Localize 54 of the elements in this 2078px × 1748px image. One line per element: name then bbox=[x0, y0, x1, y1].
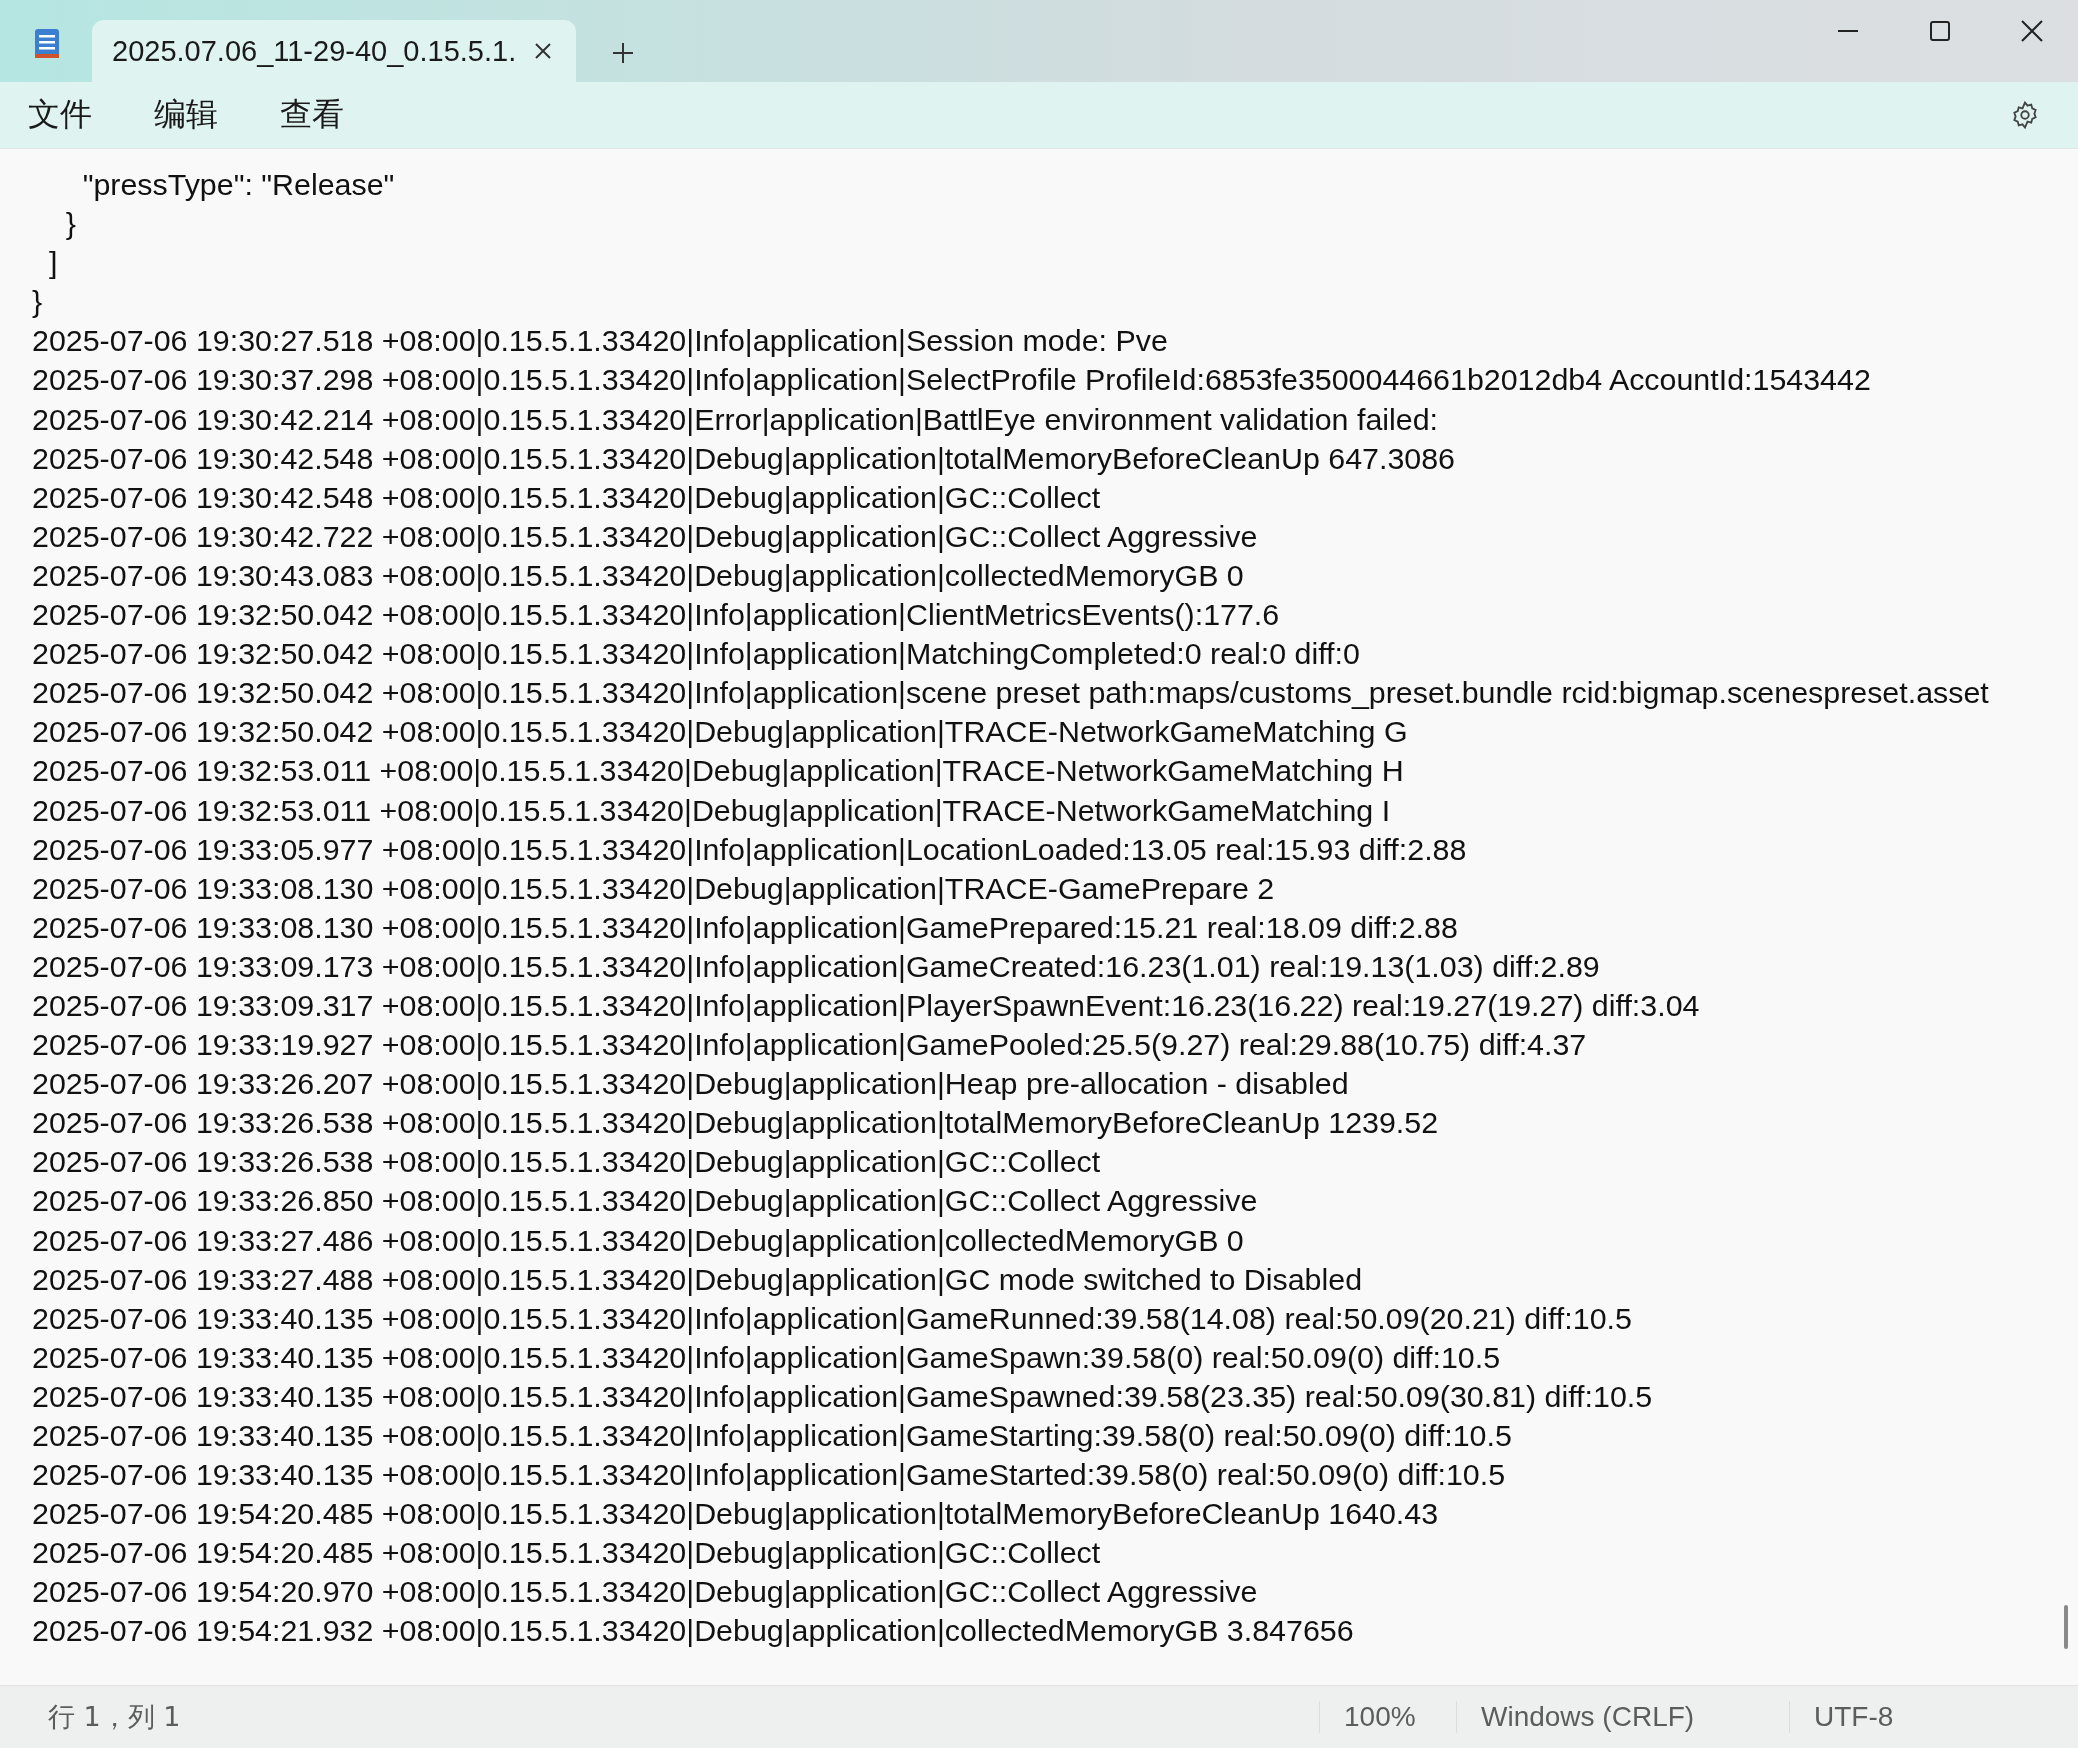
text-line: 2025-07-06 19:32:50.042 +08:00|0.15.5.1.33420|Debug|application|TRACE-NetworkGameMatching G bbox=[32, 713, 1408, 751]
text-line: 2025-07-06 19:33:40.135 +08:00|0.15.5.1.33420|Info|application|GameSpawned:39.58(23.35) real:50.09(30.81) diff:10.5 bbox=[32, 1377, 1653, 1415]
scrollbar-thumb[interactable] bbox=[2064, 1605, 2068, 1649]
text-line: 2025-07-06 19:33:19.927 +08:00|0.15.5.1.33420|Info|application|GamePooled:25.5(9.27) real:29.88(10.75) diff:4.37 bbox=[32, 1026, 1587, 1064]
zoom-level: 100% bbox=[1319, 1701, 1456, 1733]
line-ending: Windows (CRLF) bbox=[1456, 1701, 1789, 1733]
menu-item[interactable]: 查看 bbox=[266, 87, 358, 143]
text-line: 2025-07-06 19:54:20.485 +08:00|0.15.5.1.33420|Debug|application|totalMemoryBeforeCleanUp 1640.43 bbox=[32, 1495, 1439, 1533]
text-line: 2025-07-06 19:33:26.207 +08:00|0.15.5.1.33420|Debug|application|Heap pre-allocation - disabled bbox=[32, 1065, 1349, 1103]
text-line: 2025-07-06 19:33:27.488 +08:00|0.15.5.1.33420|Debug|application|GC mode switched to Disabled bbox=[32, 1260, 1363, 1298]
text-line: 2025-07-06 19:32:50.042 +08:00|0.15.5.1.33420|Info|application|MatchingCompleted:0 real:0 diff:0 bbox=[32, 635, 1360, 673]
text-line: 2025-07-06 19:33:08.130 +08:00|0.15.5.1.33420|Info|application|GamePrepared:15.21 real:18.09 diff:2.88 bbox=[32, 908, 1458, 946]
text-line: } bbox=[64, 205, 76, 243]
text-line: 2025-07-06 19:33:40.135 +08:00|0.15.5.1.33420|Info|application|GameStarted:39.58(0) real:50.09(0) diff:10.5 bbox=[32, 1456, 1506, 1494]
text-line: 2025-07-06 19:33:40.135 +08:00|0.15.5.1.33420|Info|application|GameSpawn:39.58(0) real:50.09(0) diff:10.5 bbox=[32, 1338, 1501, 1376]
text-line: 2025-07-06 19:33:27.486 +08:00|0.15.5.1.33420|Debug|application|collectedMemoryGB 0 bbox=[32, 1221, 1244, 1259]
close-icon bbox=[2021, 20, 2043, 42]
text-line: 2025-07-06 19:54:20.485 +08:00|0.15.5.1.33420|Debug|application|GC::Collect bbox=[32, 1534, 1101, 1572]
text-line: "pressType": "Release" bbox=[81, 166, 395, 203]
text-line: 2025-07-06 19:32:50.042 +08:00|0.15.5.1.33420|Info|application|ClientMetricsEvents():177.6 bbox=[32, 596, 1280, 634]
notepad-icon bbox=[32, 26, 62, 60]
text-line: 2025-07-06 19:33:40.135 +08:00|0.15.5.1.33420|Info|application|GameRunned:39.58(14.08) real:50.09(20.21) diff:10.5 bbox=[32, 1299, 1632, 1337]
text-line: 2025-07-06 19:32:50.042 +08:00|0.15.5.1.33420|Info|application|scene preset path:maps/customs_preset.bundle rcid:bigmap.scenespreset.asset bbox=[32, 674, 1989, 712]
text-line: 2025-07-06 19:30:42.548 +08:00|0.15.5.1.33420|Debug|application|GC::Collect bbox=[32, 478, 1101, 516]
text-line: 2025-07-06 19:32:53.011 +08:00|0.15.5.1.33420|Debug|application|TRACE-NetworkGameMatching I bbox=[32, 791, 1391, 829]
text-line: } bbox=[32, 283, 43, 321]
text-line: 2025-07-06 19:32:53.011 +08:00|0.15.5.1.33420|Debug|application|TRACE-NetworkGameMatching H bbox=[32, 752, 1404, 790]
text-line: 2025-07-06 19:33:26.538 +08:00|0.15.5.1.33420|Debug|application|GC::Collect bbox=[32, 1143, 1101, 1181]
text-line: ] bbox=[47, 244, 58, 282]
text-line: 2025-07-06 19:33:09.317 +08:00|0.15.5.1.33420|Info|application|PlayerSpawnEvent:16.23(16.22) real:19.27(19.27) diff:3.04 bbox=[32, 986, 1700, 1024]
text-line: 2025-07-06 19:33:26.850 +08:00|0.15.5.1.33420|Debug|application|GC::Collect Aggressive bbox=[32, 1182, 1258, 1220]
text-line: 2025-07-06 19:30:42.214 +08:00|0.15.5.1.33420|Error|application|BattlEye environment validation failed: bbox=[32, 400, 1439, 438]
text-line: 2025-07-06 19:30:37.298 +08:00|0.15.5.1.33420|Info|application|SelectProfile ProfileId:6853fe3500044661b2012db4 AccountId:1543442 bbox=[32, 361, 1871, 399]
text-line: 2025-07-06 19:30:27.518 +08:00|0.15.5.1.33420|Info|application|Session mode: Pve bbox=[32, 322, 1168, 360]
text-line: 2025-07-06 19:30:42.548 +08:00|0.15.5.1.33420|Debug|application|totalMemoryBeforeCleanUp 647.3086 bbox=[32, 439, 1455, 477]
maximize-icon bbox=[1930, 21, 1950, 41]
minimize-icon bbox=[1838, 30, 1858, 32]
plus-icon bbox=[612, 42, 634, 64]
settings-icon bbox=[2010, 100, 2040, 130]
text-line: 2025-07-06 19:33:08.130 +08:00|0.15.5.1.33420|Debug|application|TRACE-GamePrepare 2 bbox=[32, 869, 1275, 907]
text-line: 2025-07-06 19:30:43.083 +08:00|0.15.5.1.33420|Debug|application|collectedMemoryGB 0 bbox=[32, 556, 1244, 594]
text-line: 2025-07-06 19:33:40.135 +08:00|0.15.5.1.33420|Info|application|GameStarting:39.58(0) real:50.09(0) diff:10.5 bbox=[32, 1417, 1512, 1454]
text-line: 2025-07-06 19:33:09.173 +08:00|0.15.5.1.33420|Info|application|GameCreated:16.23(1.01) real:19.13(1.03) diff:2.89 bbox=[32, 947, 1600, 985]
encoding: UTF-8 bbox=[1789, 1701, 2078, 1733]
menu-item[interactable]: 编辑 bbox=[140, 87, 232, 143]
text-line: 2025-07-06 19:54:21.932 +08:00|0.15.5.1.33420|Debug|application|collectedMemoryGB 3.847656 bbox=[32, 1612, 1354, 1650]
text-line: 2025-07-06 19:33:05.977 +08:00|0.15.5.1.33420|Info|application|LocationLoaded:13.05 real:15.93 diff:2.88 bbox=[32, 830, 1467, 868]
text-line: 2025-07-06 19:30:42.722 +08:00|0.15.5.1.33420|Debug|application|GC::Collect Aggressive bbox=[32, 517, 1258, 555]
menu-item[interactable]: 文件 bbox=[14, 87, 106, 143]
text-line: 2025-07-06 19:54:20.970 +08:00|0.15.5.1.33420|Debug|application|GC::Collect Aggressive bbox=[32, 1573, 1258, 1611]
text-line: 2025-07-06 19:33:26.538 +08:00|0.15.5.1.33420|Debug|application|totalMemoryBeforeCleanUp 1239.52 bbox=[32, 1104, 1439, 1142]
close-icon bbox=[534, 42, 552, 60]
file-tab[interactable]: 2025.07.06_11-29-40_0.15.5.1. bbox=[92, 20, 576, 82]
cursor-position: 行 1，列 1 bbox=[47, 1700, 182, 1734]
